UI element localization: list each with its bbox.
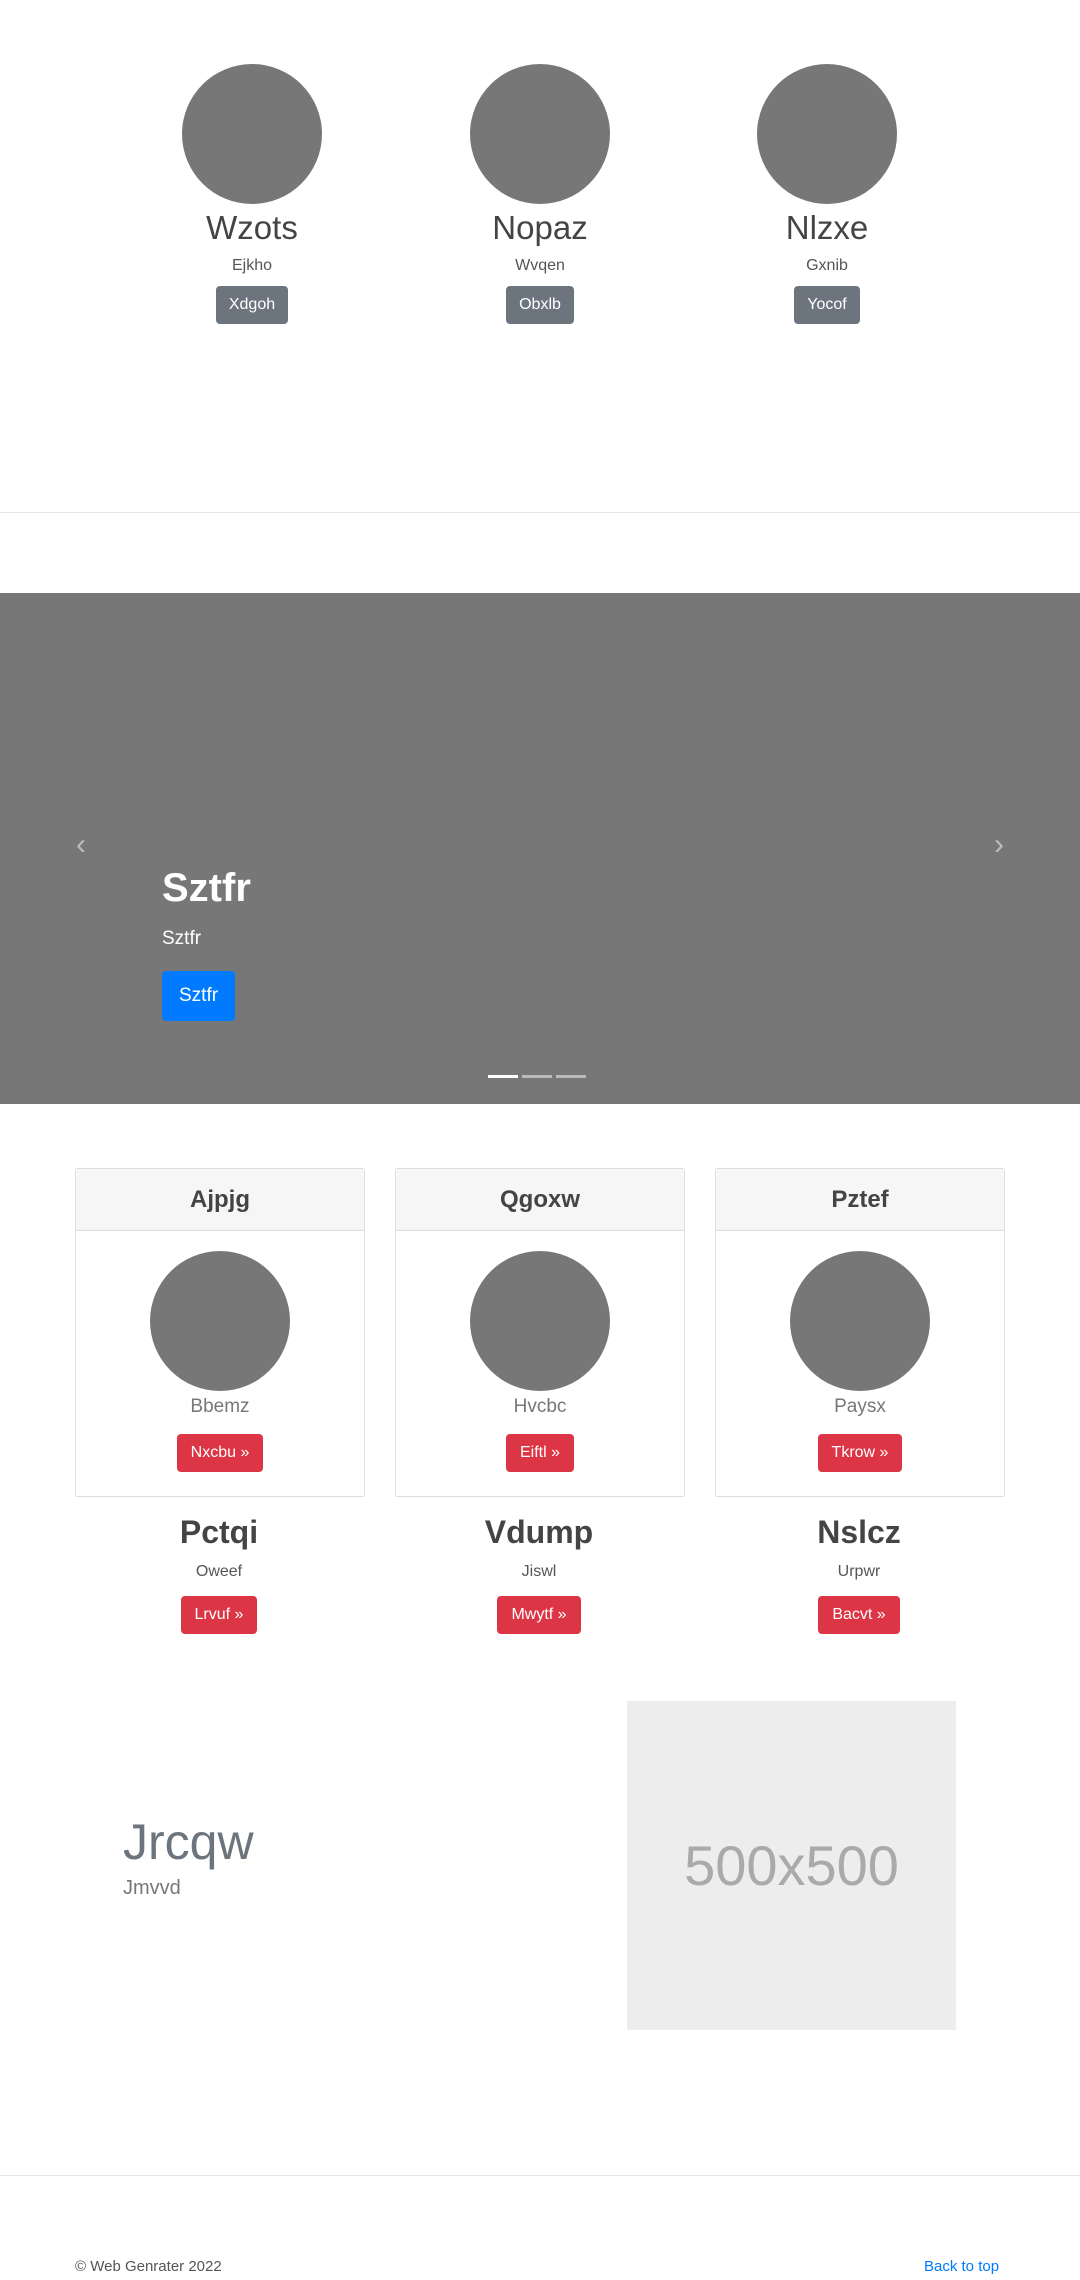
hero-carousel: ‹ › Sztfr Sztfr Sztfr [0, 593, 1080, 1104]
avatar [182, 64, 322, 204]
card-header: Qgoxw [396, 1169, 684, 1231]
team-member-button[interactable]: Yocof [794, 286, 860, 324]
carousel-indicator[interactable] [556, 1075, 586, 1078]
highlight-button[interactable]: Lrvuf » [180, 1596, 258, 1634]
team-member-role: Gxnib [806, 257, 848, 274]
card-button[interactable]: Nxcbu » [176, 1434, 264, 1472]
team-member-button[interactable]: Xdgoh [215, 286, 289, 324]
highlight-2: Vdump Jiswl Mwytf » [395, 1512, 683, 1634]
highlight-button[interactable]: Mwytf » [497, 1596, 581, 1634]
team-member-role: Wvqen [515, 257, 565, 274]
team-member-2: Nopaz Wvqen Obxlb [390, 0, 690, 324]
carousel-button[interactable]: Sztfr [162, 971, 236, 1021]
section-divider [0, 512, 1080, 513]
team-member-3: Nlzxe Gxnib Yocof [677, 0, 977, 324]
team-member-name: Nopaz [492, 209, 588, 246]
card-header: Pztef [716, 1169, 1004, 1231]
carousel-indicator[interactable] [522, 1075, 552, 1078]
feature-subheading: Jmvvd [123, 1877, 181, 1899]
carousel-caption: Sztfr Sztfr Sztfr [162, 863, 251, 1021]
card-button[interactable]: Tkrow » [817, 1434, 903, 1472]
feature-image-placeholder: 500x500 [627, 1701, 956, 2030]
highlight-button[interactable]: Bacvt » [818, 1596, 900, 1634]
highlight-title: Nslcz [817, 1514, 901, 1550]
carousel-prev-icon[interactable]: ‹ [61, 825, 101, 865]
card-2: Qgoxw Hvcbc Eiftl » [395, 1168, 685, 1497]
card-button[interactable]: Eiftl » [505, 1434, 574, 1472]
carousel-text: Sztfr [162, 928, 202, 949]
footer-copyright: © Web Genrater 2022 [75, 2258, 222, 2275]
card-avatar [150, 1251, 290, 1391]
card-label: Bbemz [190, 1396, 250, 1417]
highlight-1: Pctqi Oweef Lrvuf » [75, 1512, 363, 1634]
team-member-role: Ejkho [231, 257, 273, 274]
card-avatar [790, 1251, 930, 1391]
card-1: Ajpjg Bbemz Nxcbu » [75, 1168, 365, 1497]
carousel-indicators [488, 1075, 586, 1078]
highlight-sub: Urpwr [837, 1563, 881, 1580]
avatar [757, 64, 897, 204]
card-3: Pztef Paysx Tkrow » [715, 1168, 1005, 1497]
highlight-3: Nslcz Urpwr Bacvt » [715, 1512, 1003, 1634]
carousel-next-icon[interactable]: › [979, 825, 1019, 865]
highlight-title: Pctqi [179, 1514, 259, 1550]
highlight-title: Vdump [484, 1514, 594, 1550]
team-member-1: Wzots Ejkho Xdgoh [102, 0, 402, 324]
card-avatar [470, 1251, 610, 1391]
back-to-top-link[interactable]: Back to top [924, 2257, 999, 2277]
avatar [470, 64, 610, 204]
highlight-sub: Jiswl [521, 1563, 557, 1580]
team-member-name: Nlzxe [785, 209, 869, 246]
card-header: Ajpjg [76, 1169, 364, 1231]
card-label: Paysx [834, 1396, 886, 1417]
card-label: Hvcbc [513, 1396, 567, 1417]
carousel-indicator[interactable] [488, 1075, 518, 1078]
carousel-heading: Sztfr [162, 866, 251, 910]
team-member-name: Wzots [206, 209, 298, 246]
feature-heading: Jrcqw [123, 1814, 254, 1870]
footer-divider [0, 2175, 1080, 2176]
highlight-sub: Oweef [195, 1563, 243, 1580]
team-member-button[interactable]: Obxlb [506, 286, 574, 324]
